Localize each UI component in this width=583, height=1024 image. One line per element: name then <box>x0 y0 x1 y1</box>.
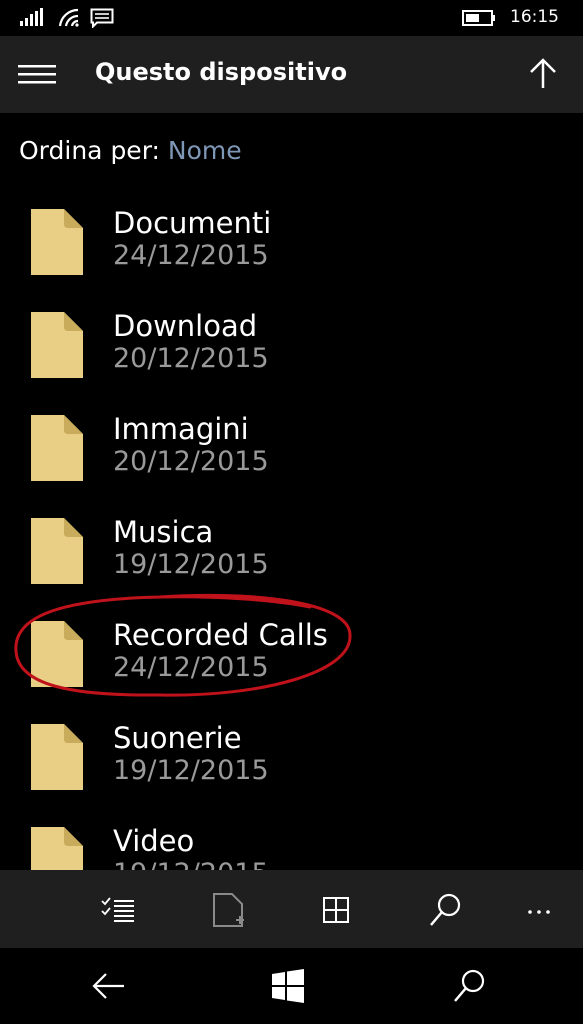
folder-date: 19/12/2015 <box>113 858 269 870</box>
folder-date: 19/12/2015 <box>113 755 269 786</box>
folder-date: 20/12/2015 <box>113 343 269 374</box>
folder-item-download[interactable]: Download 20/12/2015 <box>0 293 583 396</box>
folder-name: Suonerie <box>113 721 242 755</box>
folder-icon <box>31 312 83 378</box>
app-bar <box>0 870 583 948</box>
folder-icon <box>31 415 83 481</box>
status-bar: 16:15 <box>0 0 583 36</box>
header-bar: Questo dispositivo <box>0 36 583 113</box>
folder-icon <box>31 827 83 870</box>
clock-time: 16:15 <box>510 7 559 27</box>
message-icon <box>90 8 114 28</box>
hamburger-menu-icon[interactable] <box>18 60 58 90</box>
folder-icon <box>31 621 83 687</box>
windows-start-icon[interactable] <box>268 966 308 1006</box>
wifi-icon <box>58 8 79 27</box>
folder-icon <box>31 209 83 275</box>
sort-label: Ordina per: <box>19 136 160 165</box>
select-list-icon[interactable] <box>98 890 138 930</box>
folder-name: Recorded Calls <box>113 618 328 652</box>
folder-name: Video <box>113 824 195 858</box>
folder-list: Documenti 24/12/2015 Download 20/12/2015… <box>0 190 583 870</box>
arrow-up-icon[interactable] <box>525 56 561 92</box>
folder-date: 24/12/2015 <box>113 652 269 683</box>
folder-item-recorded-calls[interactable]: Recorded Calls 24/12/2015 <box>0 602 583 705</box>
folder-item-video[interactable]: Video 19/12/2015 <box>0 808 583 870</box>
folder-name: Immagini <box>113 412 249 446</box>
navigation-bar <box>0 948 583 1024</box>
folder-name: Documenti <box>113 206 272 240</box>
folder-item-musica[interactable]: Musica 19/12/2015 <box>0 499 583 602</box>
search-icon[interactable] <box>450 966 490 1006</box>
folder-date: 20/12/2015 <box>113 446 269 477</box>
tile-view-icon[interactable] <box>316 890 356 930</box>
new-folder-icon[interactable] <box>208 890 248 930</box>
folder-icon <box>31 518 83 584</box>
folder-icon <box>31 724 83 790</box>
folder-item-documenti[interactable]: Documenti 24/12/2015 <box>0 190 583 293</box>
page-title: Questo dispositivo <box>95 58 348 86</box>
folder-name: Download <box>113 309 258 343</box>
sort-value-link[interactable]: Nome <box>168 136 242 165</box>
signal-icon <box>20 8 43 26</box>
folder-item-suonerie[interactable]: Suonerie 19/12/2015 <box>0 705 583 808</box>
back-icon[interactable] <box>88 966 128 1006</box>
folder-item-immagini[interactable]: Immagini 20/12/2015 <box>0 396 583 499</box>
search-icon[interactable] <box>426 890 466 930</box>
folder-date: 24/12/2015 <box>113 240 269 271</box>
battery-icon <box>462 10 495 26</box>
sort-control: Ordina per: Nome <box>19 136 242 165</box>
folder-name: Musica <box>113 515 214 549</box>
more-icon[interactable] <box>520 890 560 930</box>
folder-date: 19/12/2015 <box>113 549 269 580</box>
